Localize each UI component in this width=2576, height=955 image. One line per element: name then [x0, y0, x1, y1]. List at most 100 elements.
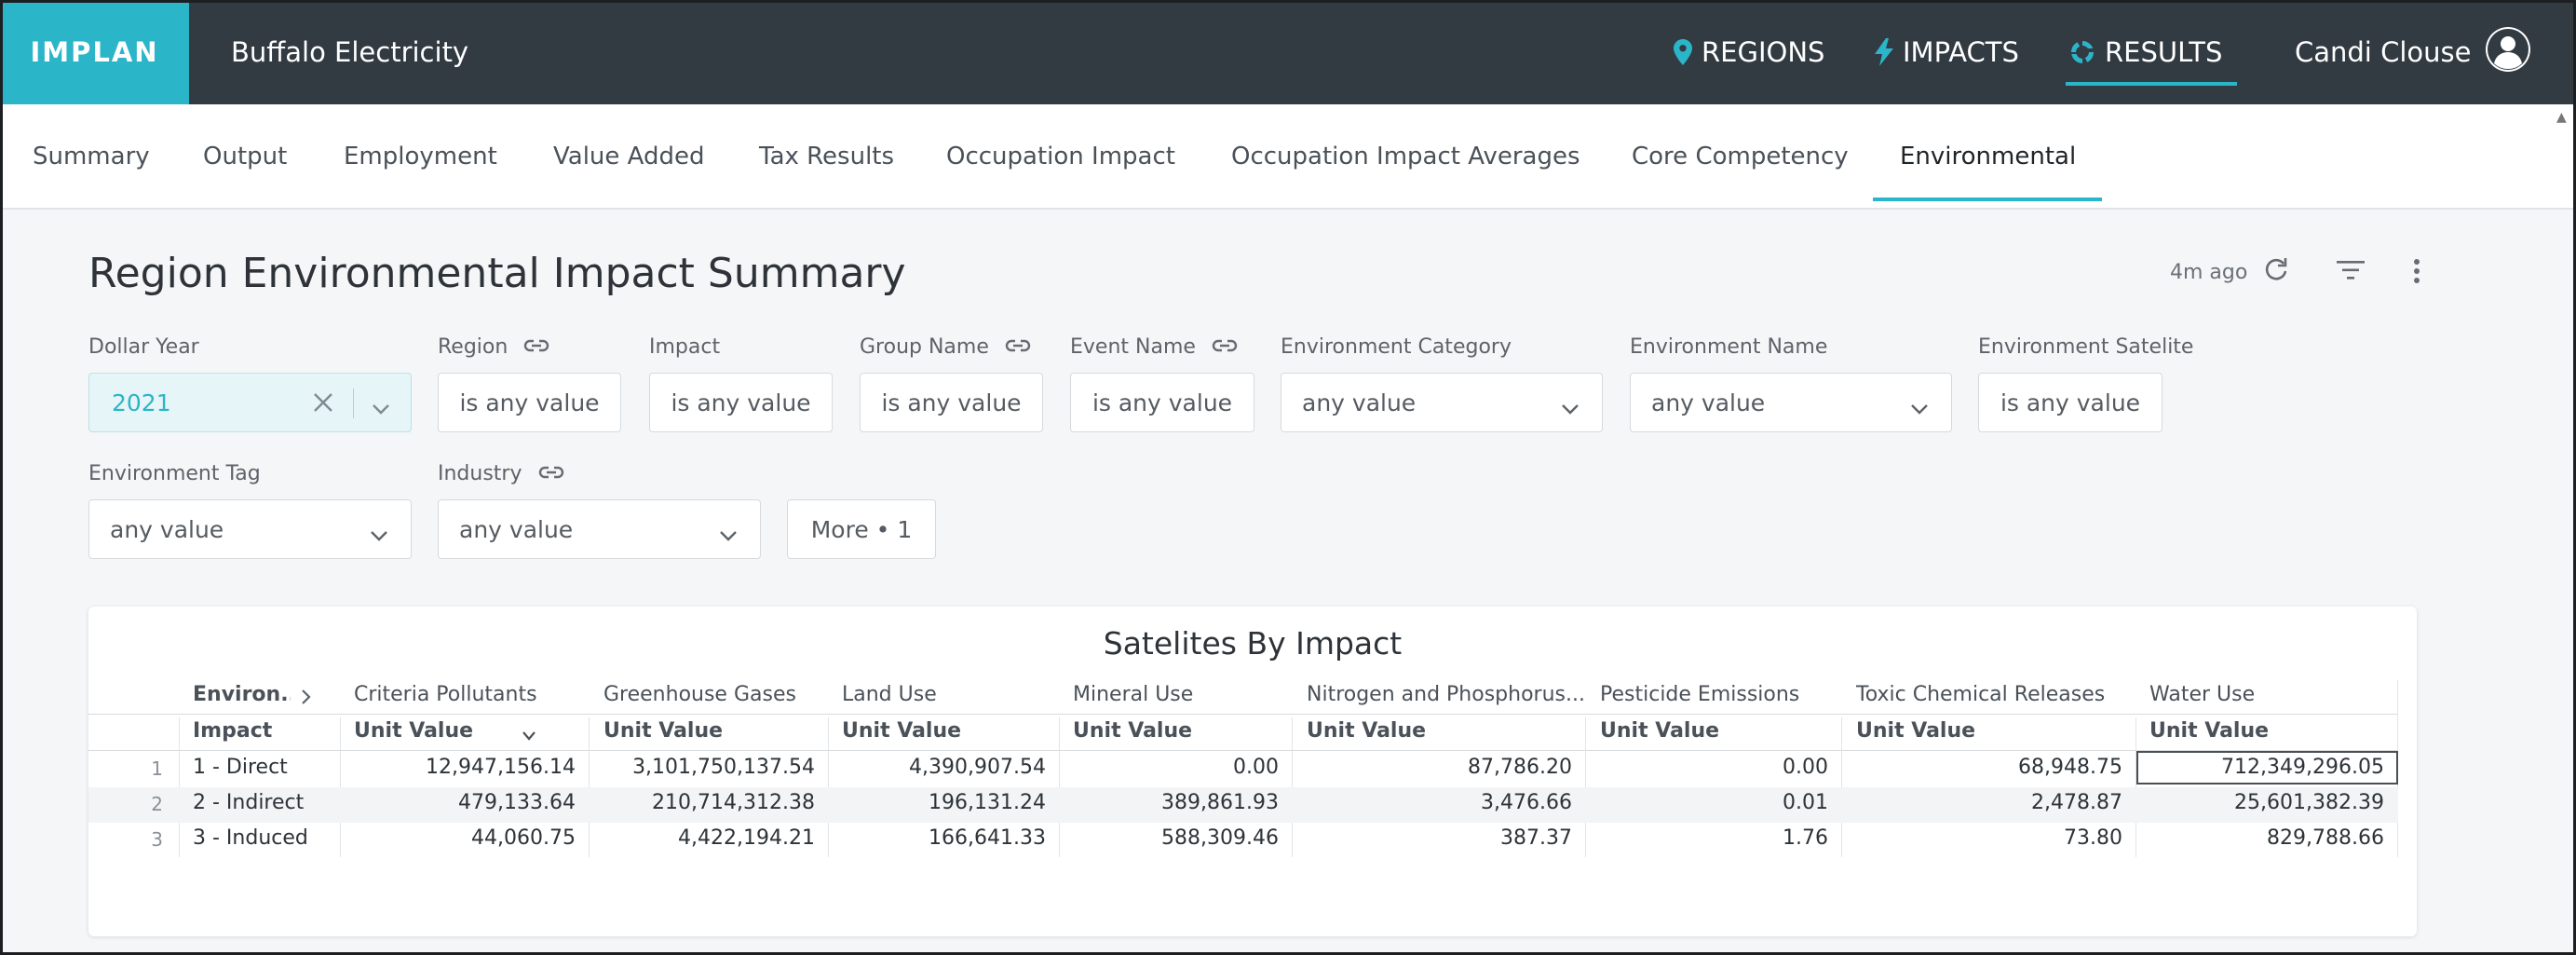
table-cell[interactable]: 712,349,296.05 [2138, 756, 2384, 779]
clear-icon[interactable] [313, 390, 333, 420]
table-title: Satelites By Impact [1103, 625, 1403, 662]
measure-header[interactable]: Unit Value [1856, 719, 1975, 743]
link-icon[interactable] [522, 335, 550, 359]
tab-summary[interactable]: Summary [33, 104, 150, 208]
more-vertical-icon[interactable] [2412, 258, 2421, 288]
table-cell[interactable]: 2,478.87 [1844, 791, 2122, 814]
row-impact-direct[interactable]: 1 - Direct [193, 756, 288, 779]
col-header-water-use[interactable]: Water Use [2149, 683, 2255, 706]
measure-header[interactable]: Unit Value [354, 719, 473, 743]
nav-results[interactable]: RESULTS [2069, 0, 2222, 104]
table-cell[interactable]: 12,947,156.14 [343, 756, 576, 779]
link-icon[interactable] [1004, 335, 1032, 359]
table-cell[interactable]: 196,131.24 [831, 791, 1046, 814]
table-cell[interactable]: 44,060.75 [343, 826, 576, 850]
measure-header[interactable]: Unit Value [1307, 719, 1426, 743]
filter-label-environment-satelite: Environment Satelite [1978, 335, 2194, 359]
link-icon[interactable] [1211, 335, 1239, 359]
environment-satelite-filter[interactable]: is any value [1978, 373, 2162, 432]
measure-header[interactable]: Unit Value [842, 719, 961, 743]
scroll-up-arrow-icon[interactable]: ▲ [2556, 110, 2567, 125]
table-cell[interactable]: 389,861.93 [1062, 791, 1279, 814]
pivot-header[interactable]: Environ... [193, 683, 291, 706]
tab-output[interactable]: Output [203, 104, 287, 208]
chevron-down-icon [1561, 394, 1579, 421]
col-header-mineral-use[interactable]: Mineral Use [1073, 683, 1193, 706]
tab-value-added[interactable]: Value Added [553, 104, 705, 208]
table-cell[interactable]: 0.00 [1062, 756, 1279, 779]
table-cell[interactable]: 829,788.66 [2138, 826, 2384, 850]
dollar-year-select[interactable]: 2021 [88, 373, 412, 432]
table-cell[interactable]: 3,476.66 [1295, 791, 1572, 814]
impact-filter-value: is any value [671, 389, 811, 416]
tab-environmental[interactable]: Environmental [1900, 104, 2076, 208]
tab-employment[interactable]: Employment [344, 104, 497, 208]
tab-core-competency[interactable]: Core Competency [1632, 104, 1849, 208]
row-impact-induced[interactable]: 3 - Induced [193, 826, 308, 850]
table-cell[interactable]: 0.00 [1588, 756, 1828, 779]
dollar-year-value: 2021 [112, 389, 171, 416]
nav-regions[interactable]: REGIONS [1674, 0, 1824, 104]
table-cell[interactable]: 479,133.64 [343, 791, 576, 814]
table-cell[interactable]: 3,101,750,137.54 [591, 756, 815, 779]
col-header-criteria-pollutants[interactable]: Criteria Pollutants [354, 683, 537, 706]
nav-impacts[interactable]: IMPACTS [1875, 0, 2019, 104]
table-cell[interactable]: 588,309.46 [1062, 826, 1279, 850]
tab-occupation-impact-averages[interactable]: Occupation Impact Averages [1231, 104, 1580, 208]
chevron-down-icon [719, 521, 738, 548]
avatar-icon [2484, 25, 2532, 80]
project-title: Buffalo Electricity [231, 36, 469, 68]
region-filter[interactable]: is any value [438, 373, 621, 432]
table-cell[interactable]: 87,786.20 [1295, 756, 1572, 779]
row-impact-indirect[interactable]: 2 - Indirect [193, 791, 304, 814]
chevron-right-icon[interactable] [300, 689, 311, 709]
table-cell[interactable]: 1.76 [1588, 826, 1828, 850]
sort-descending-icon[interactable] [522, 728, 536, 745]
table-cell[interactable]: 25,601,382.39 [2138, 791, 2384, 814]
more-filters-button[interactable]: More • 1 [787, 499, 936, 559]
col-header-land-use[interactable]: Land Use [842, 683, 937, 706]
environment-tag-select[interactable]: any value [88, 499, 412, 559]
measure-header[interactable]: Unit Value [1073, 719, 1192, 743]
col-header-pesticide-emissions[interactable]: Pesticide Emissions [1600, 683, 1799, 706]
col-header-nitrogen-phosphorus[interactable]: Nitrogen and Phosphorus... [1307, 683, 1586, 706]
col-header-toxic-chemical-releases[interactable]: Toxic Chemical Releases [1856, 683, 2105, 706]
row-header-impact[interactable]: Impact [193, 719, 272, 743]
table-cell[interactable]: 4,422,194.21 [591, 826, 815, 850]
user-menu[interactable]: Candi Clouse [2295, 0, 2532, 104]
measure-header[interactable]: Unit Value [2149, 719, 2269, 743]
filter-label-dollar-year: Dollar Year [88, 335, 199, 359]
impact-filter[interactable]: is any value [649, 373, 833, 432]
event-name-filter[interactable]: is any value [1070, 373, 1254, 432]
group-name-filter[interactable]: is any value [860, 373, 1043, 432]
filter-label-industry: Industry [438, 462, 565, 485]
measure-header[interactable]: Unit Value [603, 719, 723, 743]
implan-logo[interactable]: IMPLAN [0, 0, 189, 104]
table-cell[interactable]: 387.37 [1295, 826, 1572, 850]
col-header-greenhouse-gases[interactable]: Greenhouse Gases [603, 683, 796, 706]
table-cell[interactable]: 4,390,907.54 [831, 756, 1046, 779]
table-cell[interactable]: 210,714,312.38 [591, 791, 815, 814]
table-cell[interactable]: 166,641.33 [831, 826, 1046, 850]
filter-icon[interactable] [2337, 260, 2365, 284]
row-number: 1 [151, 757, 163, 780]
map-pin-icon [1674, 39, 1692, 65]
table-cell[interactable]: 73.80 [1844, 826, 2122, 850]
link-icon[interactable] [537, 462, 565, 485]
nav-regions-label: REGIONS [1702, 36, 1825, 68]
tab-occupation-impact[interactable]: Occupation Impact [946, 104, 1175, 208]
environment-category-select[interactable]: any value [1281, 373, 1603, 432]
table-cell[interactable]: 0.01 [1588, 791, 1828, 814]
environment-satelite-value: is any value [2000, 389, 2141, 416]
industry-select[interactable]: any value [438, 499, 761, 559]
filter-label-environment-name: Environment Name [1630, 335, 1828, 359]
environment-name-select[interactable]: any value [1630, 373, 1952, 432]
last-updated: 4m ago [2170, 261, 2248, 284]
refresh-icon[interactable] [2263, 256, 2289, 286]
chevron-down-icon [372, 394, 390, 421]
chevron-down-icon [370, 521, 388, 548]
table-cell[interactable]: 68,948.75 [1844, 756, 2122, 779]
results-tab-bar: Summary Output Employment Value Added Ta… [0, 104, 2576, 210]
tab-tax-results[interactable]: Tax Results [759, 104, 894, 208]
measure-header[interactable]: Unit Value [1600, 719, 1719, 743]
